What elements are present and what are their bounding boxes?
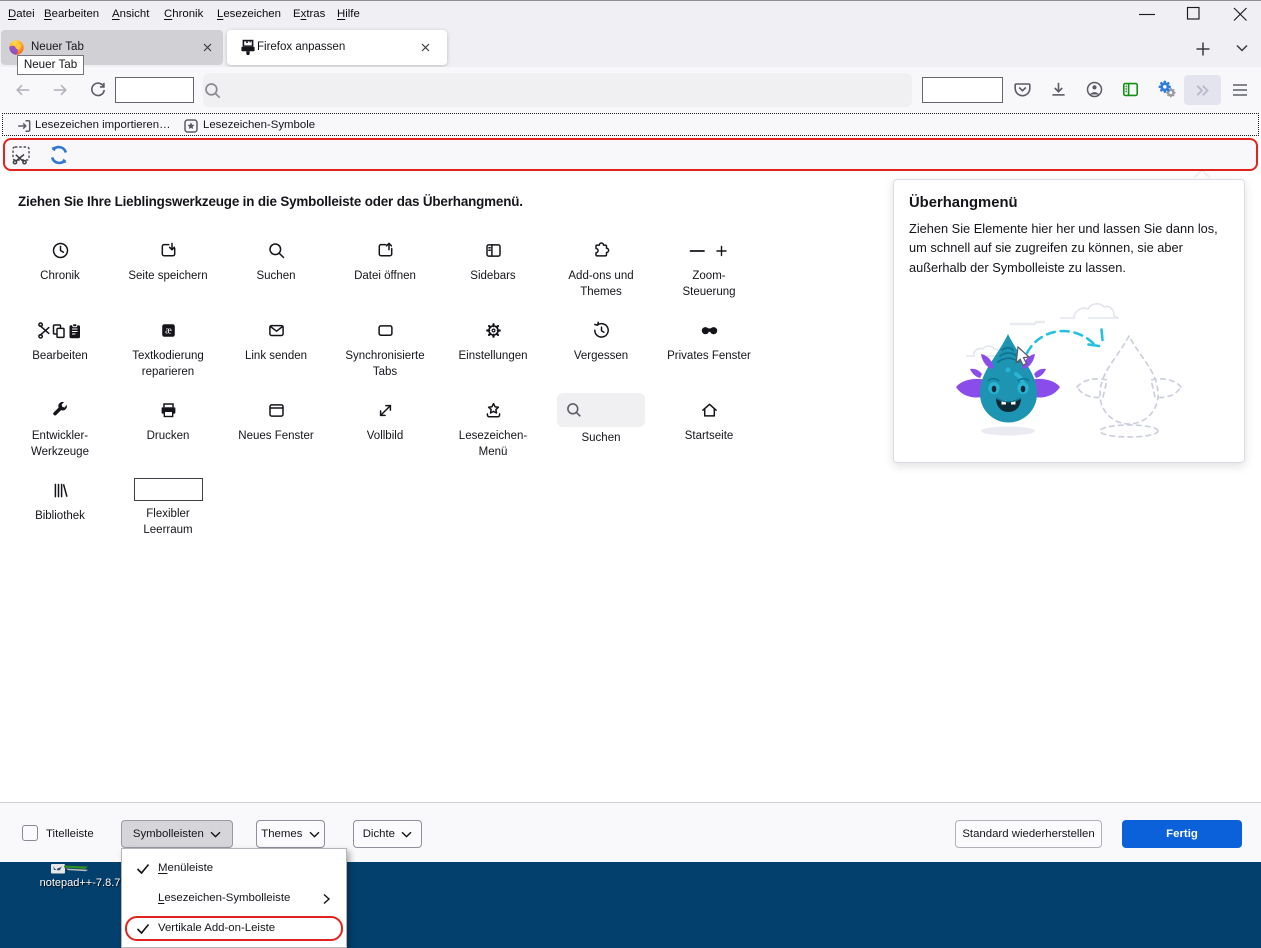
svg-text:æ: æ xyxy=(165,326,172,337)
